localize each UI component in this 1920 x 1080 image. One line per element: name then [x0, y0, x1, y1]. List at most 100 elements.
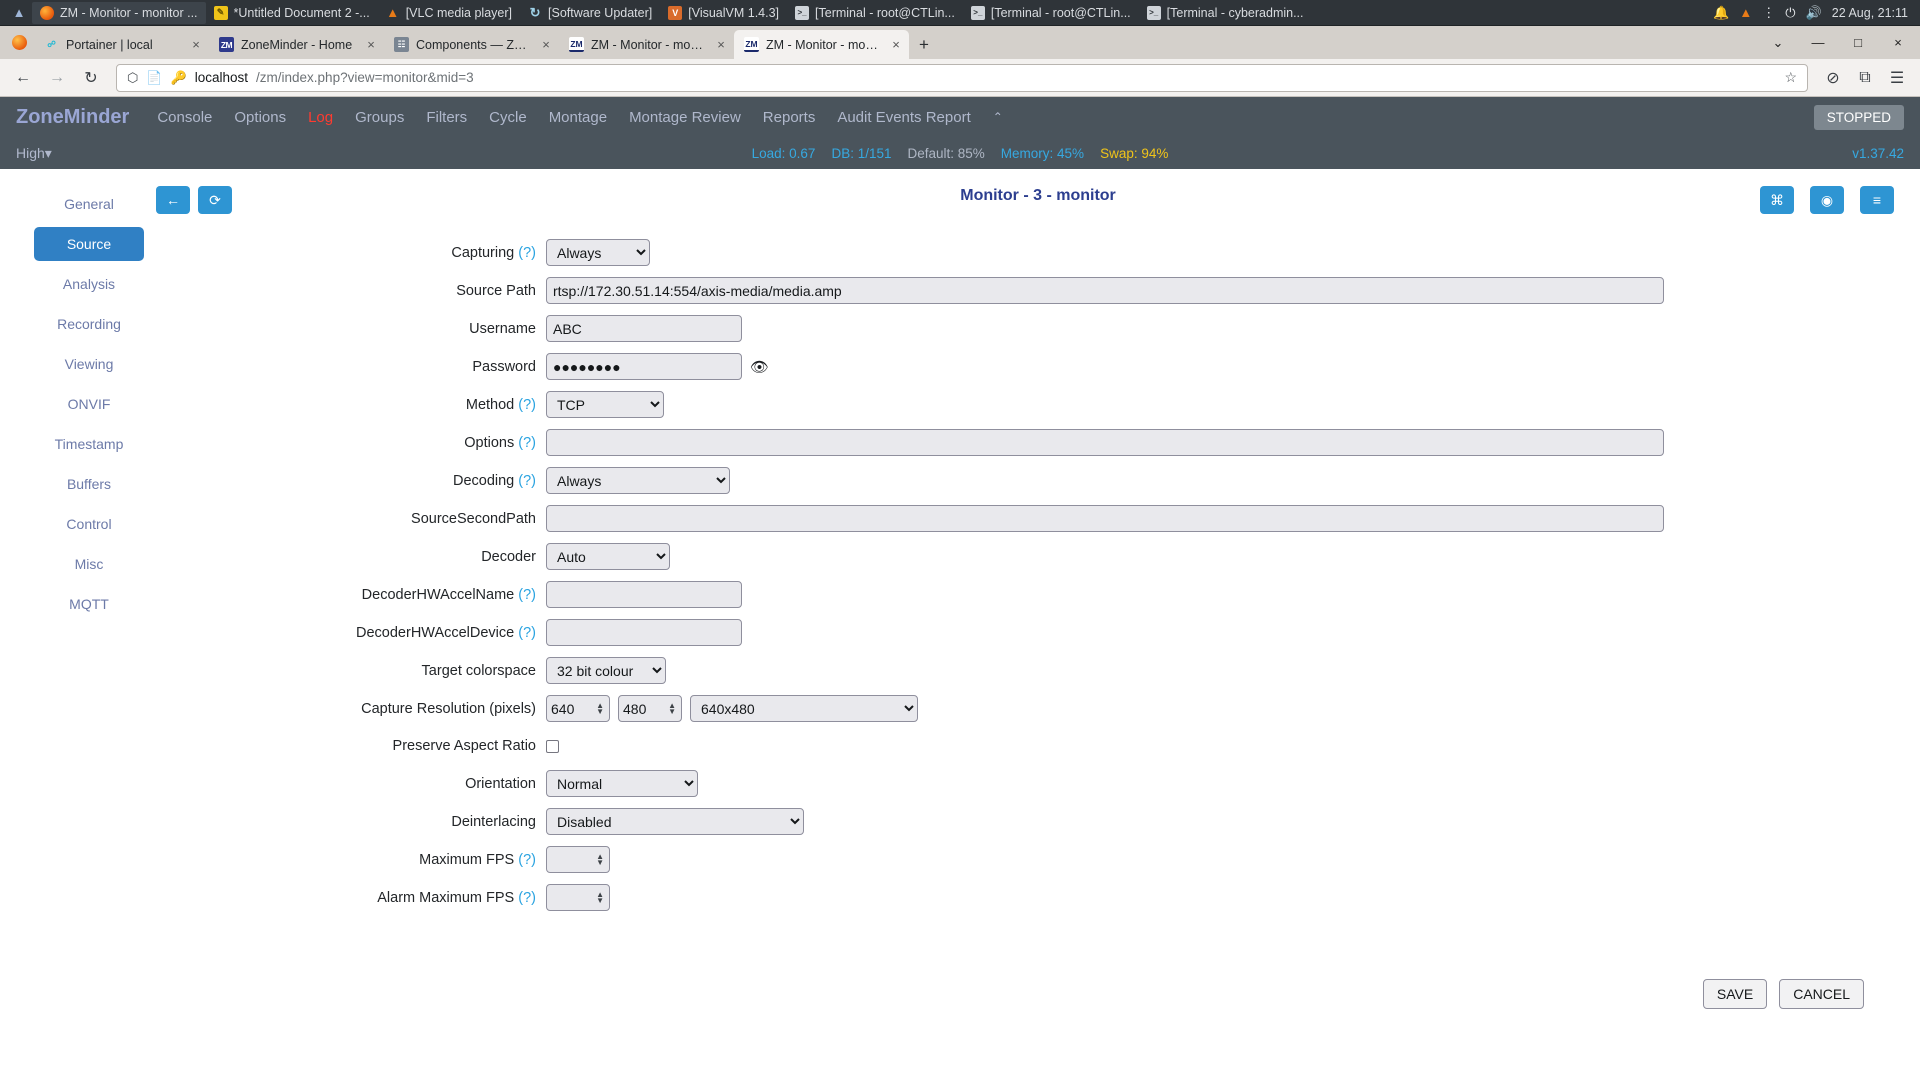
password-input[interactable]: [546, 353, 742, 380]
method-select[interactable]: TCP: [546, 391, 664, 418]
decoding-select[interactable]: Always: [546, 467, 730, 494]
decoder-select[interactable]: Auto: [546, 543, 670, 570]
volume-icon[interactable]: 🔊: [1806, 5, 1822, 21]
sidebar-item-buffers[interactable]: Buffers: [34, 467, 144, 501]
taskbar-item-vlc[interactable]: ▲ [VLC media player]: [378, 2, 520, 24]
nav-item-cycle[interactable]: Cycle: [489, 109, 527, 126]
bandwidth-selector[interactable]: High▾: [16, 145, 52, 162]
cancel-button[interactable]: CANCEL: [1779, 979, 1864, 1009]
taskbar-item-software-updater[interactable]: ↻ [Software Updater]: [520, 2, 660, 24]
maximum-fps-input[interactable]: [546, 846, 610, 873]
decoder-hwaccel-device-input[interactable]: [546, 619, 742, 646]
username-input[interactable]: [546, 315, 742, 342]
nav-item-filters[interactable]: Filters: [426, 109, 467, 126]
nav-item-montage[interactable]: Montage: [549, 109, 607, 126]
tab-close-icon[interactable]: ×: [540, 37, 552, 52]
nav-item-audit-events-report[interactable]: Audit Events Report: [837, 109, 970, 126]
taskbar-item-terminal-1[interactable]: >_ [Terminal - root@CTLin...: [787, 2, 963, 24]
orientation-select[interactable]: Normal: [546, 770, 698, 797]
options-input[interactable]: [546, 429, 1664, 456]
taskbar-item-terminal-2[interactable]: >_ [Terminal - root@CTLin...: [963, 2, 1139, 24]
power-icon[interactable]: ⏻: [1785, 5, 1795, 21]
app-menu-icon[interactable]: ☰: [1882, 63, 1912, 93]
taskbar-item-text-editor[interactable]: ✎ *Untitled Document 2 -...: [206, 2, 378, 24]
status-badge[interactable]: STOPPED: [1813, 104, 1904, 130]
sidebar-item-recording[interactable]: Recording: [34, 307, 144, 341]
tab-zoneminder-home[interactable]: ZM ZoneMinder - Home ×: [209, 30, 384, 59]
sidebar-item-mqtt[interactable]: MQTT: [34, 587, 144, 621]
close-window-button[interactable]: ×: [1878, 26, 1918, 59]
forward-button[interactable]: →: [42, 63, 72, 93]
sidebar-item-misc[interactable]: Misc: [34, 547, 144, 581]
help-icon[interactable]: (?): [518, 435, 536, 451]
alarm-maximum-fps-stepper[interactable]: ▲ ▼: [546, 884, 610, 911]
tab-list-icon[interactable]: ⌄: [1758, 26, 1798, 59]
tab-close-icon[interactable]: ×: [715, 37, 727, 52]
capture-width-stepper[interactable]: ▲▼: [546, 695, 610, 722]
help-icon[interactable]: (?): [518, 625, 536, 641]
nav-item-montage-review[interactable]: Montage Review: [629, 109, 741, 126]
taskbar-clock[interactable]: 22 Aug, 21:11: [1832, 6, 1908, 20]
source-second-path-input[interactable]: [546, 505, 1664, 532]
capture-resolution-preset-select[interactable]: 640x480: [690, 695, 918, 722]
sidebar-item-analysis[interactable]: Analysis: [34, 267, 144, 301]
sidebar-item-viewing[interactable]: Viewing: [34, 347, 144, 381]
new-tab-button[interactable]: +: [909, 30, 939, 59]
nav-item-log[interactable]: Log: [308, 109, 333, 126]
target-colorspace-select[interactable]: 32 bit colour: [546, 657, 666, 684]
sidebar-item-onvif[interactable]: ONVIF: [34, 387, 144, 421]
vlc-cone-icon[interactable]: ▲: [1739, 5, 1752, 20]
tab-close-icon[interactable]: ×: [190, 37, 202, 52]
key-icon[interactable]: 🔑: [171, 70, 187, 86]
minimize-button[interactable]: —: [1798, 26, 1838, 59]
nav-item-console[interactable]: Console: [157, 109, 212, 126]
decoder-hwaccel-name-input[interactable]: [546, 581, 742, 608]
star-icon[interactable]: ☆: [1784, 69, 1797, 86]
deinterlacing-select[interactable]: Disabled: [546, 808, 804, 835]
capture-height-input[interactable]: [618, 695, 682, 722]
nav-item-reports[interactable]: Reports: [763, 109, 816, 126]
help-icon[interactable]: (?): [518, 587, 536, 603]
sidebar-item-control[interactable]: Control: [34, 507, 144, 541]
page-icon[interactable]: 📄: [146, 70, 162, 86]
tab-components[interactable]: ☷ Components — ZoneMin… ×: [384, 30, 559, 59]
help-icon[interactable]: (?): [518, 890, 536, 906]
source-path-input[interactable]: [546, 277, 1664, 304]
preserve-aspect-ratio-checkbox[interactable]: [546, 739, 559, 753]
tab-close-icon[interactable]: ×: [890, 37, 902, 52]
taskbar-item-terminal-3[interactable]: >_ [Terminal - cyberadmin...: [1139, 2, 1312, 24]
maximize-button[interactable]: □: [1838, 26, 1878, 59]
shield-icon[interactable]: ⬡: [127, 70, 138, 86]
tab-zm-monitor-2[interactable]: ZM ZM - Monitor - monitor ×: [734, 30, 909, 59]
bell-icon[interactable]: 🔔: [1713, 5, 1729, 21]
capturing-select[interactable]: Always: [546, 239, 650, 266]
chevron-up-icon[interactable]: ⌃: [993, 110, 1003, 124]
tab-close-icon[interactable]: ×: [365, 37, 377, 52]
back-button[interactable]: ←: [8, 63, 38, 93]
taskbar-item-visualvm[interactable]: V [VisualVM 1.4.3]: [660, 2, 787, 24]
sidebar-item-source[interactable]: Source: [34, 227, 144, 261]
maximum-fps-stepper[interactable]: ▲ ▼: [546, 846, 610, 873]
address-bar[interactable]: ⬡ 📄 🔑 localhost/zm/index.php?view=monito…: [116, 63, 1808, 92]
reload-button[interactable]: ↻: [76, 63, 106, 93]
sidebar-item-timestamp[interactable]: Timestamp: [34, 427, 144, 461]
sidebar-item-general[interactable]: General: [34, 187, 144, 221]
help-icon[interactable]: (?): [518, 245, 536, 261]
capture-width-input[interactable]: [546, 695, 610, 722]
taskbar-item-firefox[interactable]: ZM - Monitor - monitor ...: [32, 1, 206, 24]
capture-height-stepper[interactable]: ▲▼: [618, 695, 682, 722]
alarm-maximum-fps-input[interactable]: [546, 884, 610, 911]
nav-item-groups[interactable]: Groups: [355, 109, 404, 126]
help-icon[interactable]: (?): [518, 473, 536, 489]
tab-zm-monitor-1[interactable]: ZM ZM - Monitor - monitor ×: [559, 30, 734, 59]
help-icon[interactable]: (?): [518, 397, 536, 413]
save-button[interactable]: SAVE: [1702, 979, 1768, 1009]
network-icon[interactable]: ⋮: [1762, 5, 1775, 21]
eye-icon[interactable]: 👁: [750, 358, 769, 376]
nav-item-options[interactable]: Options: [234, 109, 286, 126]
help-icon[interactable]: (?): [518, 852, 536, 868]
extensions-icon[interactable]: ⧉: [1850, 63, 1880, 93]
start-menu-icon[interactable]: ▲: [6, 2, 32, 24]
zoneminder-logo[interactable]: ZoneMinder: [16, 106, 129, 129]
pocket-icon[interactable]: ⊘: [1818, 63, 1848, 93]
